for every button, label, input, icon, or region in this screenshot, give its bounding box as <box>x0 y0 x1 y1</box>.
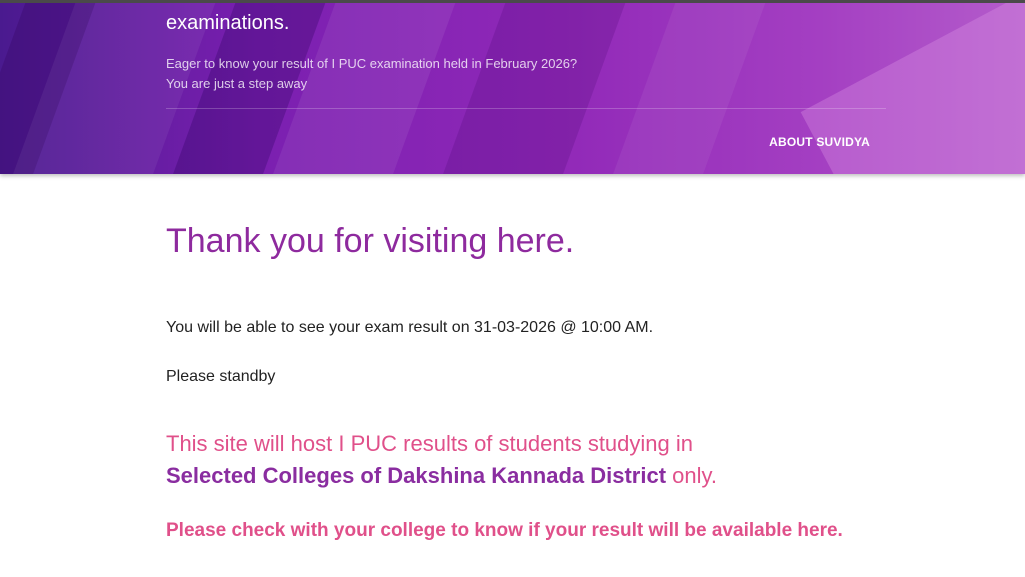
hero-content: examinations. Eager to know your result … <box>166 0 886 174</box>
notice-line-2: Selected Colleges of Dakshina Kannada Di… <box>166 460 717 492</box>
notice-suffix: only. <box>666 463 717 488</box>
page-title: Thank you for visiting here. <box>166 222 575 260</box>
hero-divider <box>166 108 886 109</box>
browser-top-border <box>0 0 1025 3</box>
notice-line: This site will host I PUC results of stu… <box>166 431 693 456</box>
hero-subtitle-line: You are just a step away <box>166 76 308 91</box>
about-suvidya-link[interactable]: ABOUT SUVIDYA <box>769 135 870 149</box>
hero-subtitle: Eager to know your result of I PUC exami… <box>166 54 577 94</box>
result-date-message: You will be able to see your exam result… <box>166 319 654 336</box>
check-college-message: Please check with your college to know i… <box>166 520 843 541</box>
standby-message: Please standby <box>166 368 276 385</box>
hero-banner: examinations. Eager to know your result … <box>0 0 1025 174</box>
hero-heading: examinations. <box>166 12 290 34</box>
hero-subtitle-line: Eager to know your result of I PUC exami… <box>166 56 578 71</box>
notice-highlight: Selected Colleges of Dakshina Kannada Di… <box>166 463 667 488</box>
hosting-notice: This site will host I PUC results of stu… <box>166 428 717 492</box>
